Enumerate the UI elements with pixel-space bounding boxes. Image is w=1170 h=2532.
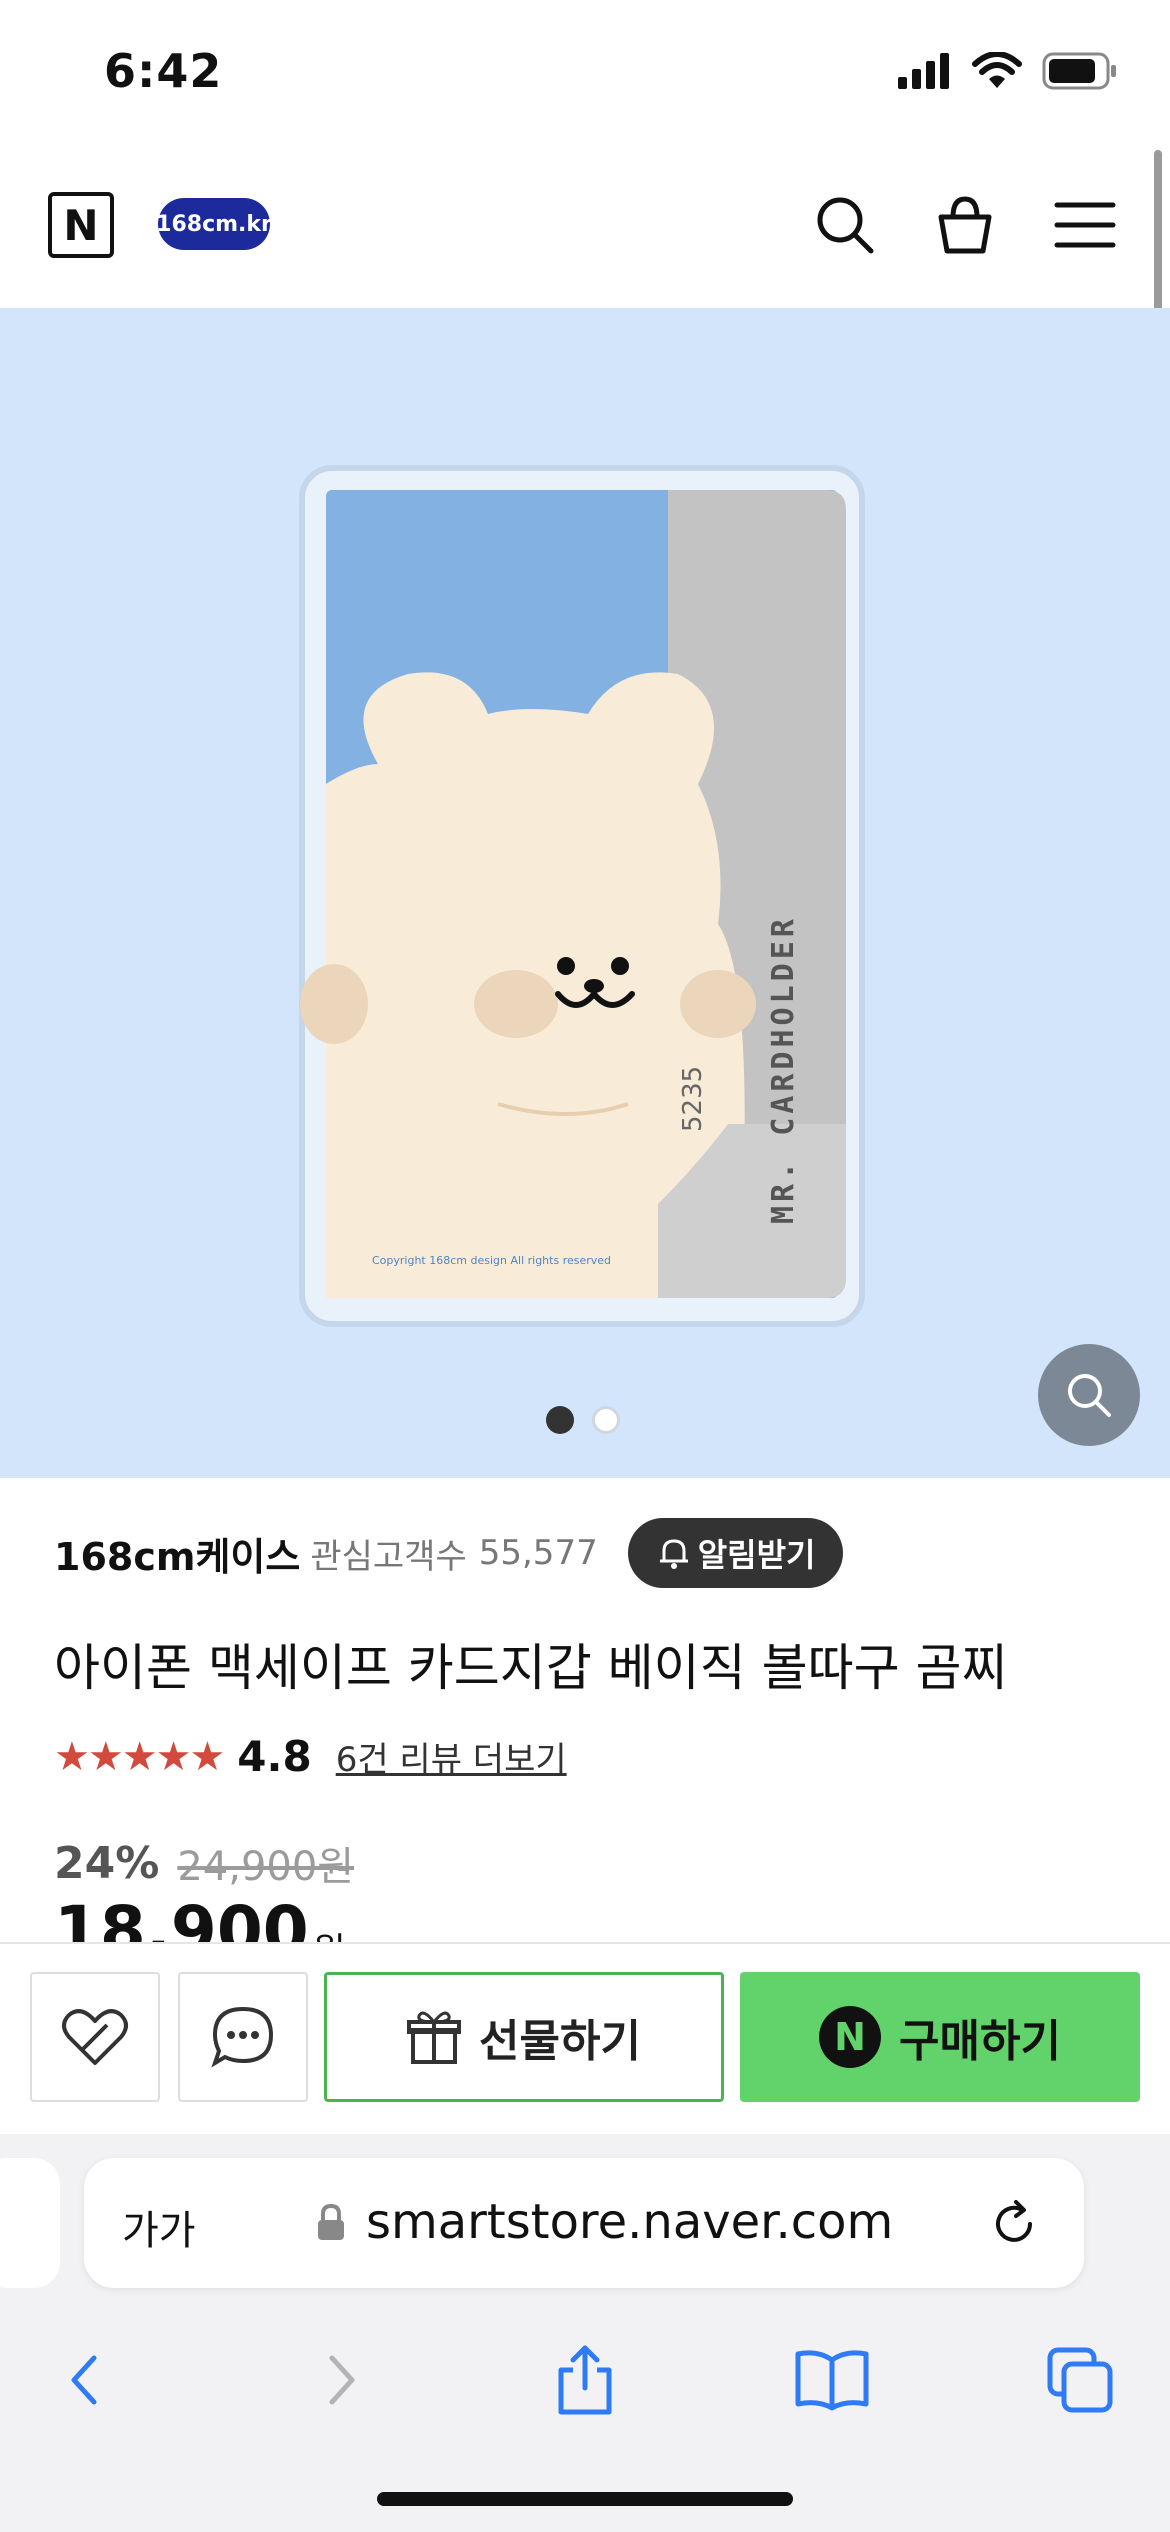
card-copyright: Copyright 168cm design All rights reserv… — [372, 1254, 612, 1267]
carousel-dot-2[interactable] — [592, 1406, 620, 1434]
talk-button[interactable] — [178, 1972, 308, 2102]
cart-icon[interactable] — [930, 190, 1000, 260]
carousel-dot-1[interactable] — [546, 1406, 574, 1434]
menu-icon[interactable] — [1050, 190, 1120, 260]
original-price: 24,900원 — [177, 1844, 355, 1890]
gift-icon — [407, 2011, 462, 2064]
sale-price: 18,900 — [54, 1898, 309, 1942]
tabs-icon[interactable] — [1040, 2340, 1120, 2420]
rating-stars: ★★★★★ — [54, 1733, 225, 1780]
search-icon[interactable] — [810, 190, 880, 260]
product-image-carousel[interactable]: Copyright 168cm design All rights reserv… — [0, 308, 1170, 1478]
address-bar[interactable]: 가가 smartstore.naver.com — [84, 2158, 1084, 2288]
review-link[interactable]: 6건 리뷰 더보기 — [336, 1732, 567, 1781]
text-size-button[interactable]: 가가 — [122, 2198, 196, 2256]
alarm-label: 알림받기 — [697, 1536, 816, 1574]
chat-icon — [211, 2006, 274, 2068]
wishlist-button[interactable] — [30, 1972, 160, 2102]
magnify-icon — [1068, 1374, 1111, 1417]
sale-price-row: 18,900 원 — [54, 1898, 346, 1942]
gift-label: 선물하기 — [479, 2016, 641, 2067]
rating-value: 4.8 — [237, 1732, 312, 1781]
brand-logo[interactable]: 168cm.kr — [156, 198, 272, 250]
product-info: 168cm케이스 관심고객수 55,577 알림받기 아이폰 맥세이프 카드지갑… — [0, 1478, 1170, 1942]
share-icon[interactable] — [545, 2340, 625, 2420]
status-icons — [898, 52, 1118, 90]
interest-label: 관심고객수 — [310, 1536, 467, 1577]
url-text[interactable]: smartstore.naver.com — [366, 2194, 893, 2250]
card-number: 5235 — [678, 1065, 708, 1132]
discount-rate: 24% — [54, 1837, 160, 1889]
heart-icon — [62, 2009, 128, 2065]
alarm-button[interactable]: 알림받기 — [627, 1518, 844, 1588]
browser-chrome: 가가 smartstore.naver.com — [0, 2134, 1170, 2532]
status-time: 6:42 — [104, 44, 223, 98]
price-row: 24% 24,900원 — [54, 1834, 354, 1892]
bell-plus-icon — [659, 1539, 688, 1569]
forward-icon[interactable] — [300, 2340, 380, 2420]
cellular-signal-icon — [898, 53, 949, 89]
back-icon[interactable] — [46, 2340, 126, 2420]
product-title: 아이폰 맥세이프 카드지갑 베이직 볼따구 곰찌 — [54, 1639, 1008, 1697]
zoom-button[interactable] — [1038, 1344, 1140, 1446]
gift-button[interactable]: 선물하기 — [324, 1972, 724, 2102]
product-image: Copyright 168cm design All rights reserv… — [298, 464, 866, 1328]
store-row: 168cm케이스 관심고객수 55,577 알림받기 — [54, 1518, 844, 1588]
carousel-dots — [546, 1406, 620, 1434]
battery-icon — [1042, 52, 1116, 90]
previous-tab-peek[interactable] — [0, 2158, 60, 2288]
naver-home-logo[interactable]: N — [48, 192, 114, 258]
interest-count: 55,577 — [478, 1533, 598, 1573]
naver-pay-badge: N — [819, 2006, 882, 2068]
store-header: N 168cm.kr — [0, 140, 1170, 308]
bookmarks-icon[interactable] — [792, 2340, 872, 2420]
buy-label: 구매하기 — [899, 2016, 1061, 2067]
status-bar: 6:42 — [0, 0, 1170, 140]
rating-row: ★★★★★ 4.8 6건 리뷰 더보기 — [54, 1732, 567, 1781]
lock-icon — [318, 2204, 344, 2240]
card-holder-text: MR. CARDHOLDER — [766, 915, 801, 1224]
reload-icon[interactable] — [986, 2196, 1042, 2252]
browser-toolbar — [0, 2310, 1170, 2430]
store-name[interactable]: 168cm케이스 — [54, 1526, 300, 1581]
buy-button[interactable]: N 구매하기 — [740, 1972, 1140, 2102]
currency-unit: 원 — [313, 1922, 346, 1942]
home-indicator[interactable] — [377, 2492, 793, 2506]
wifi-icon — [972, 52, 1022, 88]
purchase-bar: 선물하기 N 구매하기 — [0, 1942, 1170, 2134]
